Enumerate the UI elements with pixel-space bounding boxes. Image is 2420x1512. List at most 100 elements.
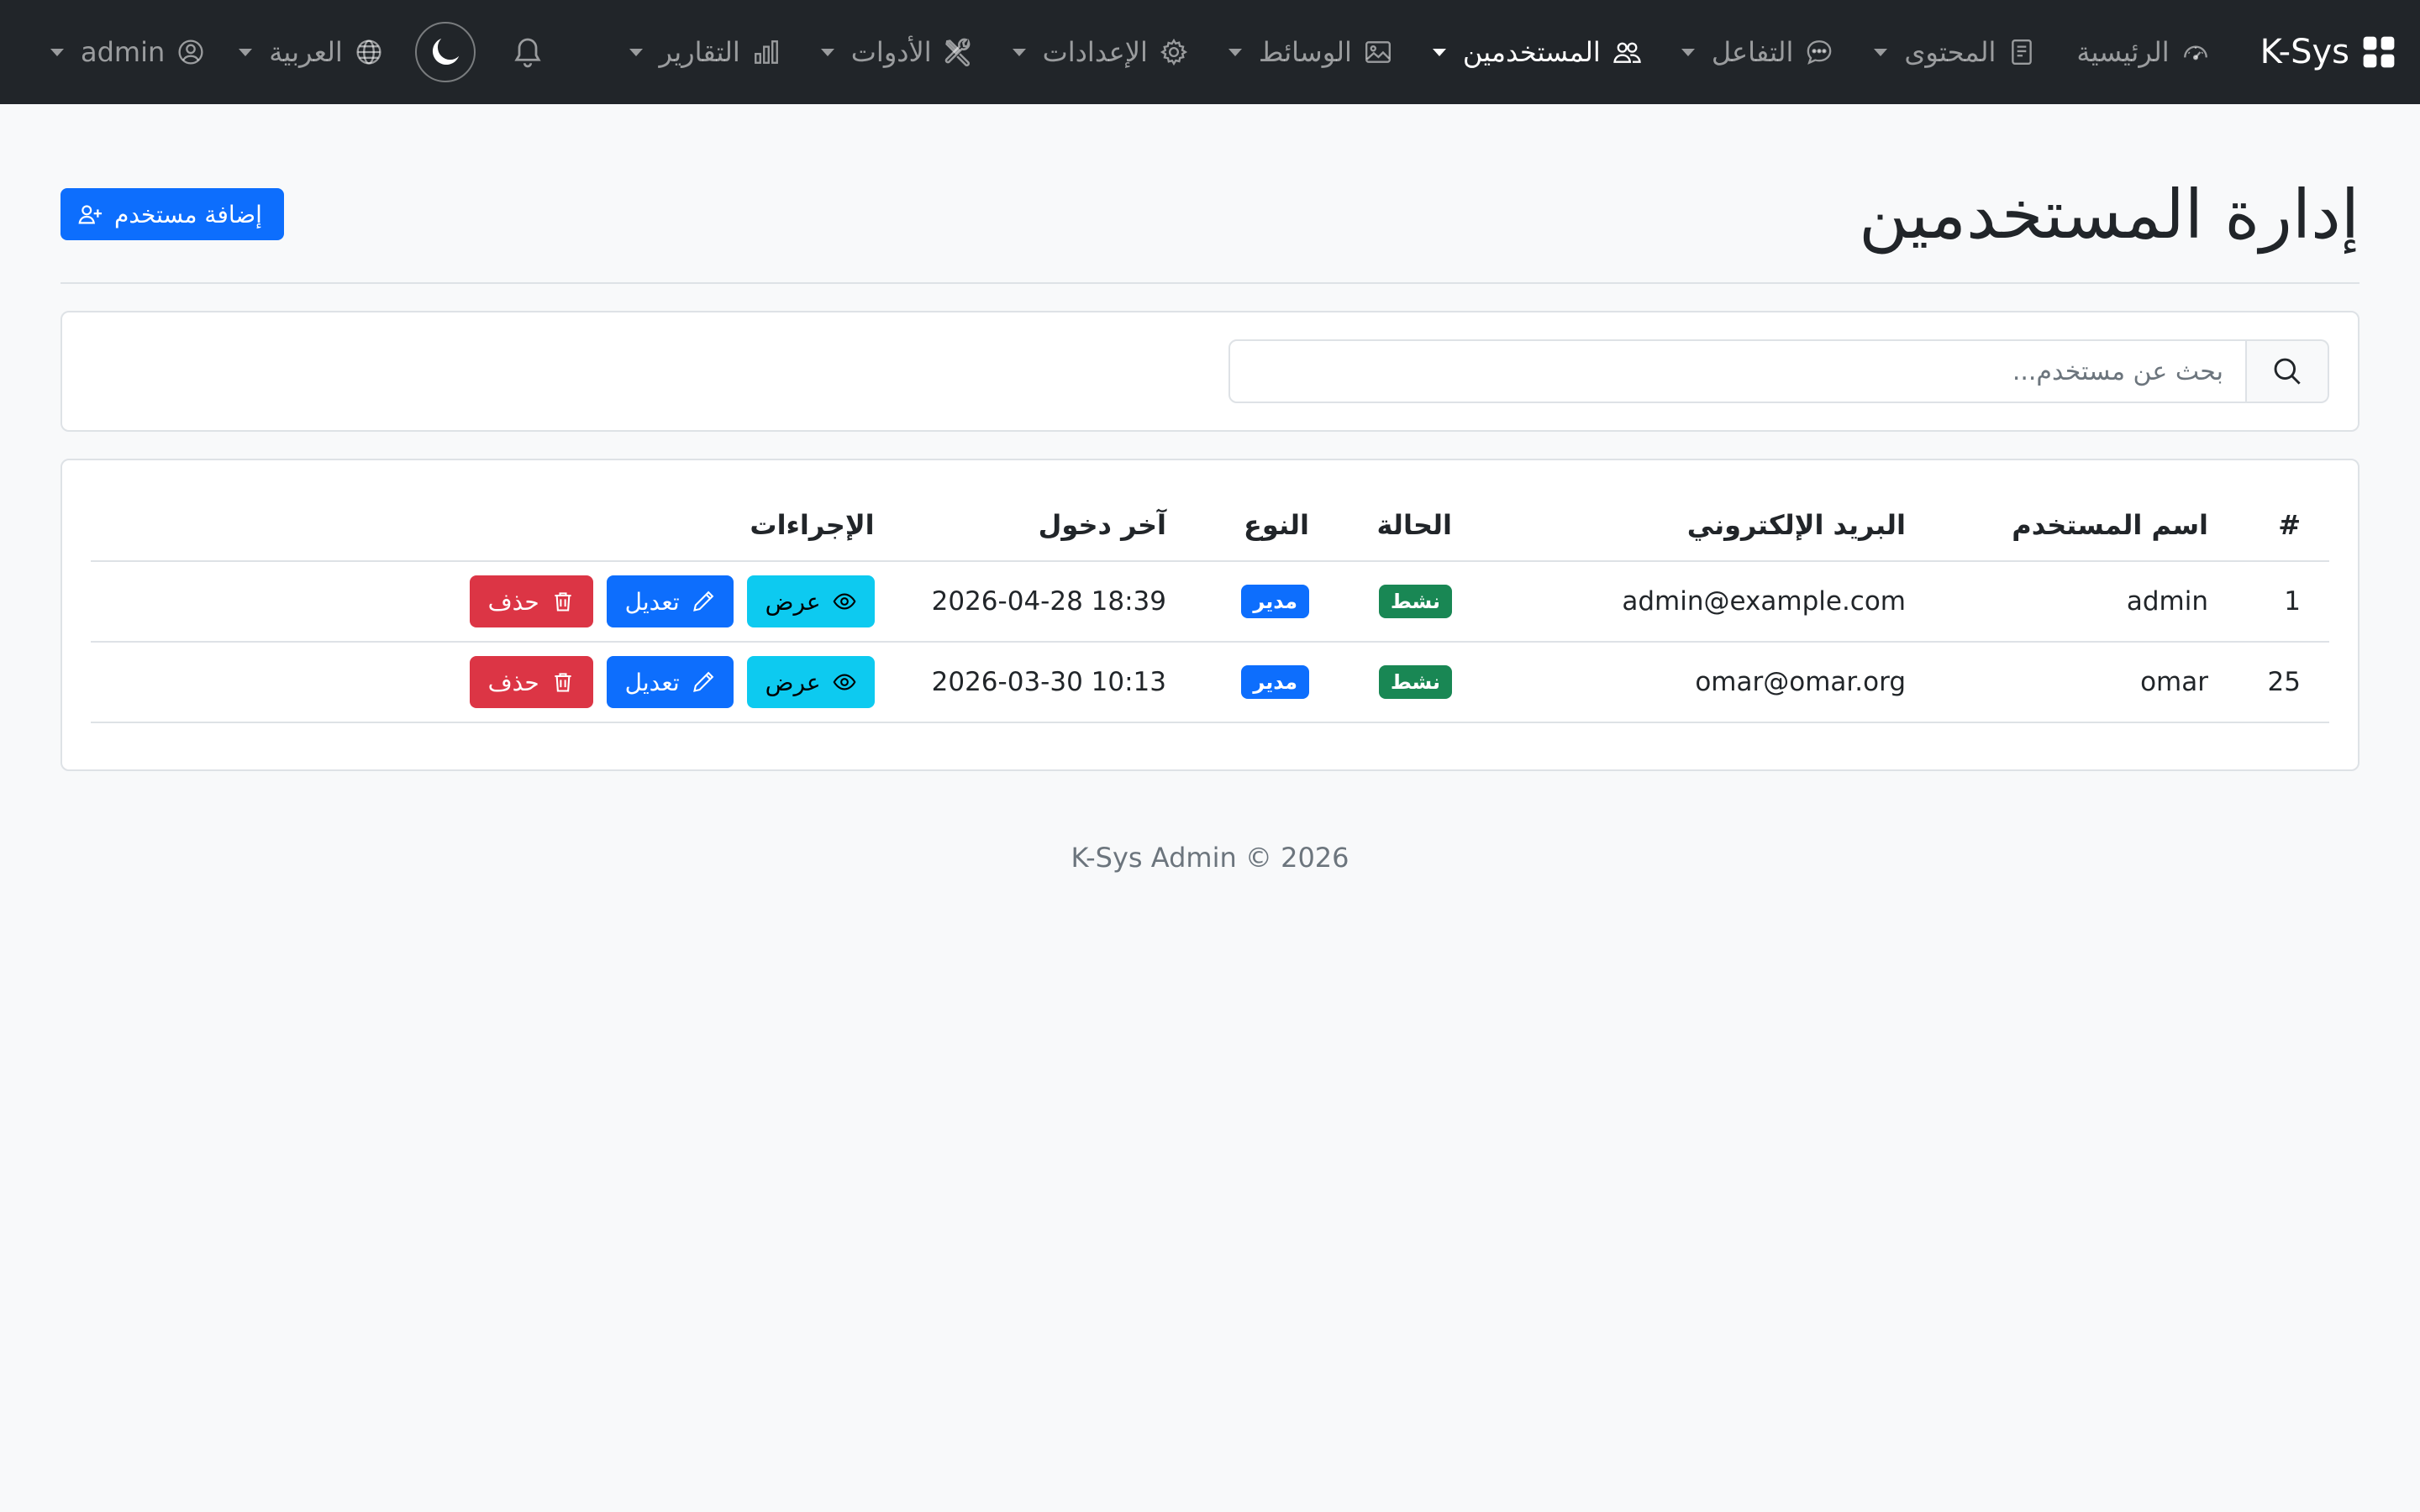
nav-label: التفاعل	[1711, 36, 1794, 68]
chevron-down-icon	[1681, 48, 1695, 56]
grid-icon	[2363, 36, 2395, 68]
trash-icon	[555, 592, 571, 612]
add-user-label: إضافة مستخدم	[114, 200, 262, 228]
cell-type: مدير	[1195, 642, 1338, 723]
cell-last-login: 2026-03-30 10:13	[902, 642, 1195, 723]
trash-icon	[555, 673, 571, 692]
chat-icon	[1807, 40, 1832, 65]
nav-item-reports[interactable]: التقارير	[609, 36, 801, 68]
image-icon	[1365, 41, 1391, 63]
nav-item-tools[interactable]: الأدوات	[801, 36, 992, 68]
brand[interactable]: K-Sys	[2260, 33, 2396, 71]
edit-label: تعديل	[624, 587, 680, 616]
page-title: إدارة المستخدمين	[1859, 175, 2360, 254]
edit-button[interactable]: تعديل	[606, 575, 734, 627]
cell-username: admin	[1934, 561, 2237, 643]
users-table: # اسم المستخدم البريد الإلكتروني الحالة …	[91, 489, 2329, 723]
nav-item-home[interactable]: الرئيسية	[2056, 36, 2229, 68]
search-icon	[2274, 358, 2301, 385]
table-row: 1 admin admin@example.com نشط مدير 2026-…	[91, 561, 2329, 643]
nav-item-media[interactable]: الوسائط	[1208, 36, 1413, 68]
moon-icon	[432, 38, 459, 66]
person-plus-icon	[78, 205, 103, 224]
chevron-down-icon	[50, 48, 64, 56]
cell-actions: عرض تعديل حذف	[91, 561, 903, 643]
cell-status: نشط	[1338, 642, 1481, 723]
role-badge: مدير	[1241, 585, 1309, 618]
footer-text: K-Sys Admin © 2026	[1071, 842, 1349, 874]
chevron-down-icon	[1012, 48, 1026, 56]
search-button[interactable]	[2247, 339, 2329, 403]
add-user-button[interactable]: إضافة مستخدم	[60, 188, 284, 240]
cell-id: 25	[2237, 642, 2329, 723]
cell-email: omar@omar.org	[1481, 642, 1934, 723]
nav-label: الإعدادات	[1042, 36, 1148, 68]
edit-button[interactable]: تعديل	[606, 656, 734, 708]
theme-toggle-button[interactable]	[414, 22, 476, 82]
brand-name: K-Sys	[2260, 33, 2349, 71]
notifications-button[interactable]	[491, 35, 565, 69]
chevron-down-icon	[820, 48, 834, 56]
col-id: #	[2237, 489, 2329, 562]
table-row: 25 omar omar@omar.org نشط مدير 2026-03-3…	[91, 642, 2329, 723]
eye-icon	[833, 674, 856, 690]
nav-label: الوسائط	[1258, 36, 1352, 68]
eye-icon	[833, 593, 856, 610]
search-input[interactable]	[1228, 339, 2247, 403]
gear-icon	[1160, 38, 1187, 66]
nav-item-settings[interactable]: الإعدادات	[992, 36, 1208, 68]
delete-label: حذف	[487, 668, 539, 696]
col-last-login: آخر دخول	[902, 489, 1195, 562]
view-button[interactable]: عرض	[746, 656, 875, 708]
nav-item-engagement[interactable]: التفاعل	[1661, 36, 1854, 68]
role-badge: مدير	[1241, 665, 1309, 699]
view-label: عرض	[765, 587, 821, 616]
globe-icon	[356, 39, 381, 65]
col-email: البريد الإلكتروني	[1481, 489, 1934, 562]
pencil-icon	[692, 591, 713, 612]
top-navbar: K-Sys الرئيسية المحتوى التفاعل المستخدمي…	[0, 0, 2420, 104]
view-label: عرض	[765, 668, 821, 696]
language-selector[interactable]: العربية	[222, 36, 399, 68]
cell-id: 1	[2237, 561, 2329, 643]
people-icon	[1613, 42, 1641, 63]
cell-status: نشط	[1338, 561, 1481, 643]
nav-utilities: العربية admin	[34, 22, 565, 82]
delete-button[interactable]: حذف	[469, 575, 593, 627]
table-header-row: # اسم المستخدم البريد الإلكتروني الحالة …	[91, 489, 2329, 562]
tools-icon	[944, 38, 970, 66]
search-card	[60, 311, 2360, 432]
pencil-icon	[692, 671, 713, 692]
cell-email: admin@example.com	[1481, 561, 1934, 643]
col-username: اسم المستخدم	[1934, 489, 2237, 562]
chevron-down-icon	[629, 48, 643, 56]
page-header: إدارة المستخدمين إضافة مستخدم	[60, 104, 2360, 284]
nav-label: التقارير	[659, 36, 740, 68]
nav-label: المستخدمين	[1462, 36, 1601, 68]
nav-label: الرئيسية	[2076, 36, 2170, 68]
chevron-down-icon	[1432, 48, 1446, 56]
bar-chart-icon	[754, 40, 778, 64]
chevron-down-icon	[239, 48, 253, 56]
cell-type: مدير	[1195, 561, 1338, 643]
person-circle-icon	[178, 39, 203, 65]
search-group	[1228, 339, 2329, 403]
edit-label: تعديل	[624, 668, 680, 696]
status-badge: نشط	[1378, 585, 1452, 618]
language-label: العربية	[269, 36, 343, 68]
main-nav: K-Sys الرئيسية المحتوى التفاعل المستخدمي…	[609, 33, 2396, 71]
cell-username: omar	[1934, 642, 2237, 723]
cell-last-login: 2026-04-28 18:39	[902, 561, 1195, 643]
delete-label: حذف	[487, 587, 539, 616]
users-table-card: # اسم المستخدم البريد الإلكتروني الحالة …	[60, 459, 2360, 771]
nav-item-content[interactable]: المحتوى	[1854, 36, 2056, 68]
nav-item-users[interactable]: المستخدمين	[1413, 36, 1661, 68]
col-type: النوع	[1195, 489, 1338, 562]
user-menu[interactable]: admin	[34, 36, 222, 68]
bell-icon	[514, 38, 541, 68]
file-text-icon	[2012, 39, 2033, 65]
col-actions: الإجراءات	[91, 489, 903, 562]
delete-button[interactable]: حذف	[469, 656, 593, 708]
col-status: الحالة	[1338, 489, 1481, 562]
view-button[interactable]: عرض	[746, 575, 875, 627]
